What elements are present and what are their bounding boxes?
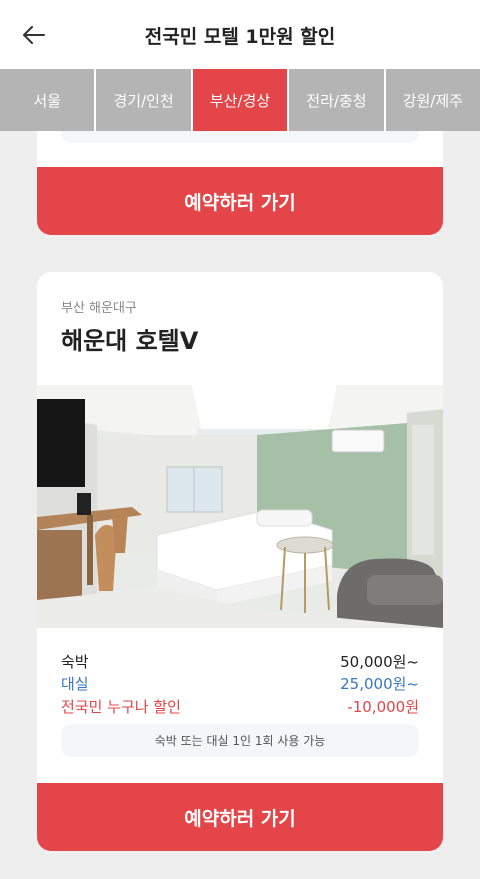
daytime-price: 25,000원~ (340, 675, 419, 693)
app-header: 전국민 모텔 1만원 할인 (0, 0, 480, 69)
discount-label: 전국민 누구나 할인 (61, 698, 181, 716)
previous-hotel-card: 예약하러 가기 (37, 131, 443, 235)
price-row-discount: 전국민 누구나 할인 -10,000원 (61, 696, 419, 718)
page-title: 전국민 모텔 1만원 할인 (144, 26, 336, 48)
region-tabs: 서울 경기/인천 부산/경상 전라/충청 강원/제주 (0, 69, 480, 131)
daytime-label: 대실 (61, 675, 89, 693)
price-row-stay: 숙박 50,000원~ (61, 651, 419, 673)
tab-gyeonggi-incheon[interactable]: 경기/인천 (96, 69, 193, 131)
stay-price: 50,000원~ (340, 653, 419, 671)
hotel-room-image (37, 385, 443, 628)
usage-notice: 숙박 또는 대실 1인 1회 사용 가능 (61, 724, 419, 757)
tab-busan-gyeongsang[interactable]: 부산/경상 (192, 69, 290, 131)
discount-amount: -10,000원 (347, 698, 419, 716)
tab-jeolla-chungcheong[interactable]: 전라/충청 (289, 69, 386, 131)
hotel-name: 해운대 호텔V (61, 327, 199, 355)
previous-notice-box (61, 131, 419, 143)
hotel-room-photo[interactable] (37, 385, 443, 628)
hotel-card: 부산 해운대구 해운대 호텔V 숙박 50,000원~ 대실 25,000원~ … (37, 272, 443, 851)
reserve-button-previous[interactable]: 예약하러 가기 (37, 167, 443, 235)
tab-gangwon-jeju[interactable]: 강원/제주 (386, 69, 480, 131)
price-row-daytime: 대실 25,000원~ (61, 673, 419, 695)
hotel-location: 부산 해운대구 (61, 301, 137, 316)
tab-seoul[interactable]: 서울 (0, 69, 97, 131)
reserve-button[interactable]: 예약하러 가기 (37, 783, 443, 851)
stay-label: 숙박 (61, 653, 89, 671)
hotel-list[interactable]: 예약하러 가기 부산 해운대구 해운대 호텔V 숙박 50,000원~ 대실 2… (0, 131, 480, 879)
